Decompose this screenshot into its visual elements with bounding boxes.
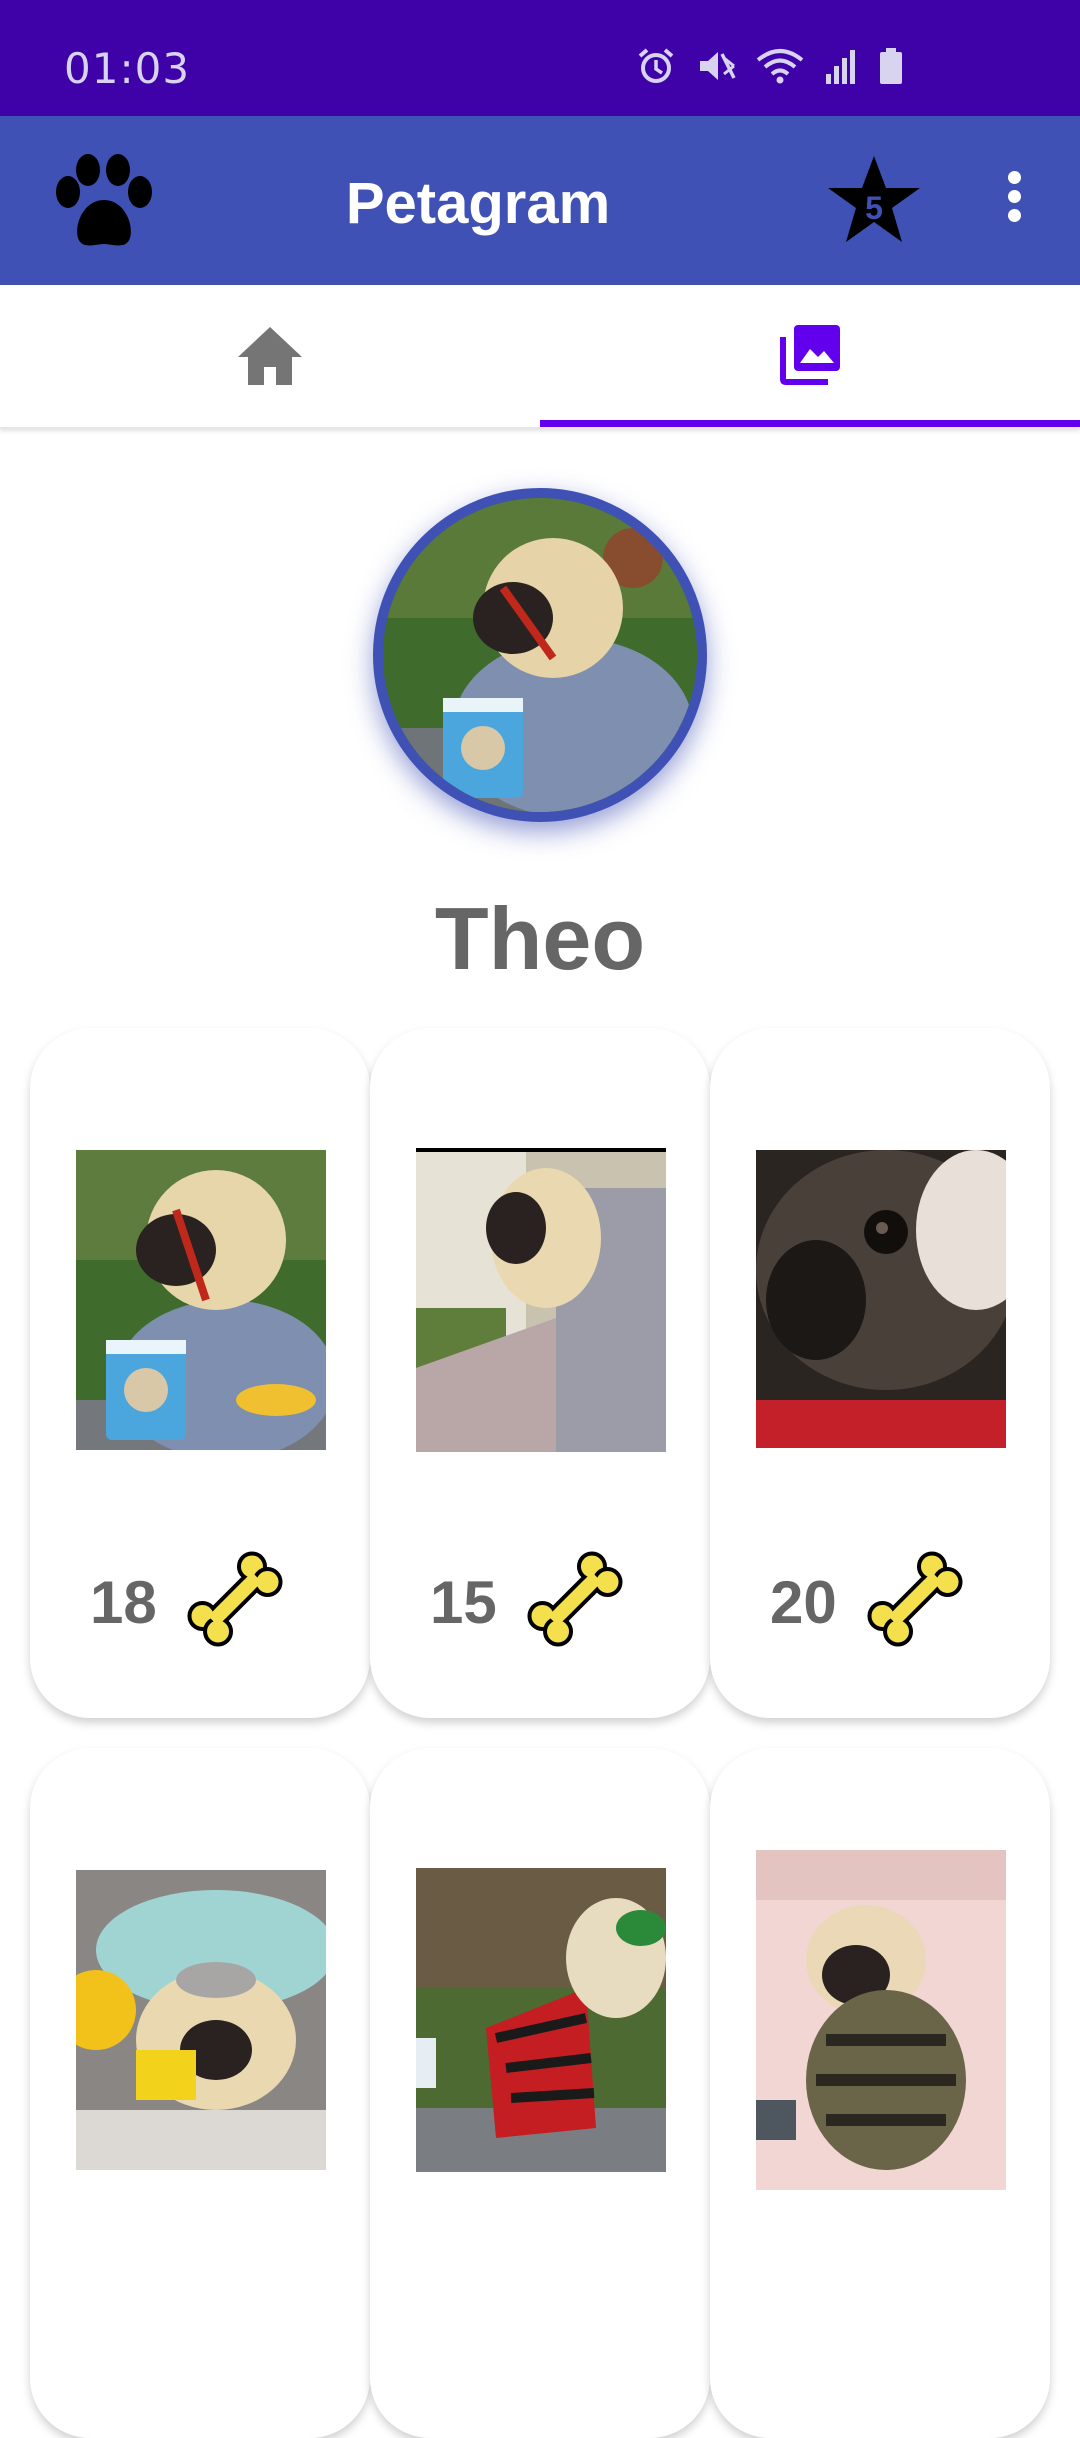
pet-photo bbox=[756, 1150, 1006, 1448]
photo-rating: 18 bbox=[90, 1569, 157, 1636]
bone-icon bbox=[187, 1551, 283, 1647]
alarm-icon bbox=[636, 46, 676, 91]
photo-rating: 15 bbox=[430, 1569, 497, 1636]
pet-photo bbox=[416, 1868, 666, 2172]
photo-card[interactable]: 15 bbox=[370, 1028, 710, 1718]
app-bar: Petagram 5 bbox=[0, 116, 1080, 285]
photo-library-icon bbox=[780, 325, 840, 385]
photo-card[interactable] bbox=[30, 1748, 370, 2438]
photo-card[interactable]: 18 bbox=[30, 1028, 370, 1718]
bone-icon bbox=[527, 1551, 623, 1647]
status-icons bbox=[636, 46, 904, 91]
status-time: 01:03 bbox=[64, 44, 191, 93]
mute-icon bbox=[696, 46, 736, 91]
photo-card[interactable]: 20 bbox=[710, 1028, 1050, 1718]
tab-home[interactable] bbox=[0, 285, 540, 427]
tab-indicator bbox=[540, 420, 1080, 427]
profile-name: Theo bbox=[434, 889, 646, 988]
overflow-menu-button[interactable] bbox=[996, 166, 1032, 238]
bone-icon bbox=[867, 1551, 963, 1647]
photo-card[interactable] bbox=[370, 1748, 710, 2438]
pet-photo bbox=[416, 1148, 666, 1452]
profile-avatar bbox=[373, 488, 707, 822]
pet-photo bbox=[756, 1850, 1006, 2190]
favorites-button[interactable]: 5 bbox=[826, 154, 922, 246]
app-title: Petagram bbox=[345, 171, 611, 236]
photo-card[interactable] bbox=[710, 1748, 1050, 2438]
favorites-count: 5 bbox=[865, 190, 883, 226]
battery-icon bbox=[878, 46, 904, 91]
home-icon bbox=[238, 327, 302, 385]
tab-gallery[interactable] bbox=[540, 285, 1080, 427]
photo-rating: 20 bbox=[770, 1569, 837, 1636]
pet-photo bbox=[76, 1150, 326, 1450]
signal-icon bbox=[824, 46, 858, 91]
pet-photo bbox=[76, 1870, 326, 2170]
tab-bar bbox=[0, 285, 1080, 429]
wifi-icon bbox=[756, 46, 804, 91]
status-bar: 01:03 bbox=[0, 0, 1080, 116]
